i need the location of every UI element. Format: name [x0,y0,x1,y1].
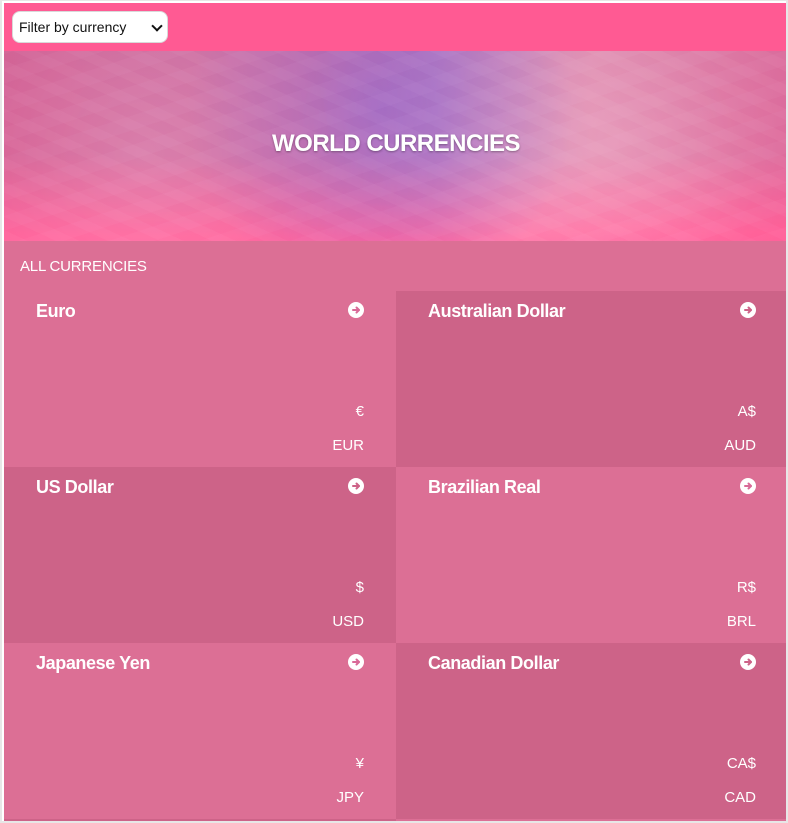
currency-symbol: ¥ [355,755,364,772]
currency-code: USD [332,613,364,630]
top-bar: Filter by currency [4,3,786,51]
currency-card-jpy[interactable]: Japanese Yen ¥ JPY [4,643,396,819]
arrow-right-icon [352,658,360,666]
arrow-right-circle-icon[interactable] [740,478,756,494]
currency-symbol: R$ [736,579,756,596]
arrow-right-icon [744,658,752,666]
next-row-left [4,819,396,821]
arrow-right-circle-icon[interactable] [740,654,756,670]
currency-card-eur[interactable]: Euro € EUR [4,291,396,467]
currency-card-aud[interactable]: Australian Dollar A$ AUD [396,291,786,467]
next-row-right [396,819,786,821]
currency-code: AUD [724,437,756,454]
currency-code: JPY [336,789,364,806]
arrow-right-icon [352,306,360,314]
app-frame: Filter by currency WORLD CURRENCIES ALL … [0,0,788,823]
arrow-right-icon [352,482,360,490]
arrow-right-circle-icon[interactable] [740,302,756,318]
currency-name: Canadian Dollar [428,653,560,673]
currency-filter-select-value: Filter by currency [19,19,127,35]
currency-name: Euro [36,301,76,321]
page-title: WORLD CURRENCIES [272,130,521,157]
currency-grid: Euro € EUR Australian Dollar A$ AUD US D… [4,291,786,819]
currency-name: Brazilian Real [428,477,541,497]
currency-name: US Dollar [36,477,114,497]
currency-symbol: $ [355,579,364,596]
section-title: ALL CURRENCIES [20,258,147,275]
currency-code: CAD [724,789,756,806]
arrow-right-circle-icon[interactable] [348,654,364,670]
currency-symbol: € [355,403,364,420]
currency-symbol: CA$ [726,755,756,772]
currency-card-cad[interactable]: Canadian Dollar CA$ CAD [396,643,786,819]
arrow-right-icon [744,306,752,314]
currency-name: Australian Dollar [428,301,566,321]
hero-banner: WORLD CURRENCIES [4,51,786,241]
arrow-right-circle-icon[interactable] [348,302,364,318]
currency-card-brl[interactable]: Brazilian Real R$ BRL [396,467,786,643]
currency-filter-select[interactable]: Filter by currency [12,11,168,43]
currency-symbol: A$ [737,403,756,420]
currency-card-usd[interactable]: US Dollar $ USD [4,467,396,643]
chevron-down-icon [151,22,161,32]
currency-list-section: ALL CURRENCIES Euro € EUR Australian Dol… [4,241,786,821]
currency-name: Japanese Yen [36,653,150,673]
currency-code: BRL [726,613,756,630]
next-row-peek [4,819,786,821]
arrow-right-icon [744,482,752,490]
arrow-right-circle-icon[interactable] [348,478,364,494]
currency-code: EUR [332,437,364,454]
